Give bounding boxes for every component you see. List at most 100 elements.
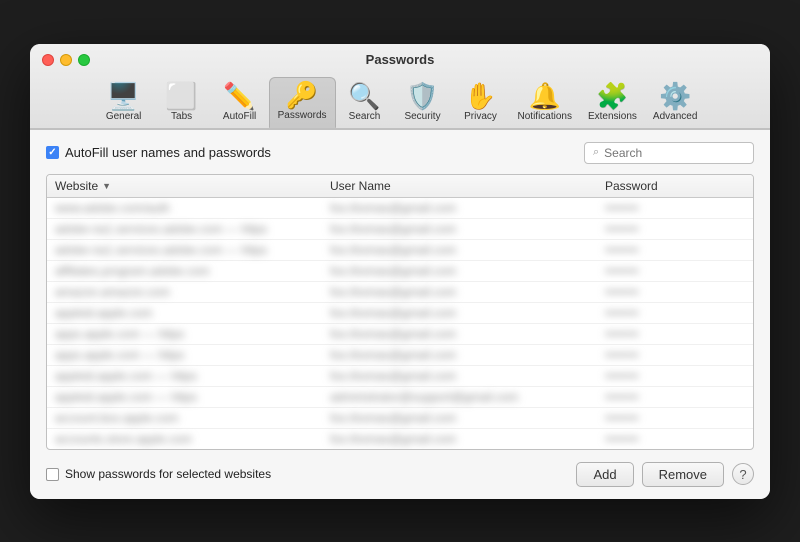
window-title: Passwords: [42, 52, 758, 67]
minimize-button[interactable]: [60, 54, 72, 66]
extensions-icon: 🧩: [596, 83, 628, 109]
cell-website: adobe-na1.services.adobe.com — https: [55, 222, 330, 236]
tabs-icon: ⬜: [165, 83, 197, 109]
toolbar-item-notifications[interactable]: 🔔 Notifications: [510, 79, 580, 128]
cell-username: foo.thomas@gmail.com: [330, 348, 605, 362]
cell-username: foo.thomas@gmail.com: [330, 306, 605, 320]
show-passwords-row[interactable]: Show passwords for selected websites: [46, 467, 271, 481]
cell-password: ••••••••: [605, 306, 745, 320]
tabs-label: Tabs: [171, 111, 192, 122]
bottom-bar: Show passwords for selected websites Add…: [46, 462, 754, 487]
cell-username: foo.thomas@gmail.com: [330, 264, 605, 278]
advanced-icon: ⚙️: [659, 83, 691, 109]
cell-website: amazon.amazon.com: [55, 285, 330, 299]
cell-password: ••••••••: [605, 222, 745, 236]
main-window: Passwords 🖥️General ⬜ Tabs ✏️AutoFill 🔑 Passw…: [30, 44, 770, 499]
cell-password: ••••••••: [605, 201, 745, 215]
table-row[interactable]: apps.apple.com — httpsfoo.thomas@gmail.c…: [47, 345, 753, 366]
cell-password: ••••••••: [605, 369, 745, 383]
checkmark-icon: ✓: [48, 147, 56, 158]
table-row[interactable]: adobe-na1.services.adobe.com — httpsfoo.…: [47, 240, 753, 261]
general-label: General: [106, 111, 142, 122]
maximize-button[interactable]: [78, 54, 90, 66]
col-username: User Name: [330, 179, 605, 193]
security-label: Security: [404, 111, 440, 122]
close-button[interactable]: [42, 54, 54, 66]
toolbar-item-general[interactable]: 🖥️General: [95, 79, 153, 128]
cell-password: ••••••••: [605, 327, 745, 341]
cell-username: foo.thomas@gmail.com: [330, 411, 605, 425]
notifications-icon: 🔔: [529, 83, 561, 109]
cell-website: appleid.apple.com — https: [55, 390, 330, 404]
cell-password: ••••••••: [605, 390, 745, 404]
top-bar: ✓ AutoFill user names and passwords ⌕: [46, 142, 754, 164]
toolbar: 🖥️General ⬜ Tabs ✏️AutoFill 🔑 Passwords 🔍 Searc…: [42, 73, 758, 128]
toolbar-item-extensions[interactable]: 🧩 Extensions: [580, 79, 645, 128]
toolbar-item-tabs[interactable]: ⬜ Tabs: [153, 79, 211, 128]
notifications-label: Notifications: [518, 111, 572, 122]
table-row[interactable]: account.box.apple.comfoo.thomas@gmail.co…: [47, 408, 753, 429]
table-row[interactable]: amazon.amazon.comfoo.thomas@gmail.com•••…: [47, 282, 753, 303]
show-passwords-label: Show passwords for selected websites: [65, 467, 271, 481]
extensions-label: Extensions: [588, 111, 637, 122]
table-row[interactable]: appleid.apple.com — httpsfoo.thomas@gmai…: [47, 366, 753, 387]
cell-username: foo.thomas@gmail.com: [330, 201, 605, 215]
table-row[interactable]: www.adobe.com/authfoo.thomas@gmail.com••…: [47, 198, 753, 219]
table-header: Website ▼ User Name Password: [47, 175, 753, 198]
table-row[interactable]: affiliates.program.adobe.comfoo.thomas@g…: [47, 261, 753, 282]
toolbar-item-advanced[interactable]: ⚙️ Advanced: [645, 79, 705, 128]
cell-website: apps.apple.com — https: [55, 327, 330, 341]
passwords-label: Passwords: [278, 110, 327, 121]
show-passwords-checkbox[interactable]: [46, 468, 59, 481]
cell-username: foo.thomas@gmail.com: [330, 369, 605, 383]
cell-username: administrator@support@gmail.com: [330, 390, 605, 404]
autofill-label: AutoFill user names and passwords: [65, 145, 271, 160]
cell-username: foo.thomas@gmail.com: [330, 222, 605, 236]
table-body: www.adobe.com/authfoo.thomas@gmail.com••…: [47, 198, 753, 449]
titlebar: Passwords 🖥️General ⬜ Tabs ✏️AutoFill 🔑 Passw…: [30, 44, 770, 129]
table-row[interactable]: accounts.store.apple.comfoo.thomas@gmail…: [47, 429, 753, 449]
col-password: Password: [605, 179, 745, 193]
table-row[interactable]: adobe-na1.services.adobe.com — httpsfoo.…: [47, 219, 753, 240]
cell-website: appleid.apple.com: [55, 306, 330, 320]
advanced-label: Advanced: [653, 111, 697, 122]
traffic-lights: [42, 54, 90, 66]
content-area: ✓ AutoFill user names and passwords ⌕ We…: [30, 129, 770, 499]
autofill-checkbox-row[interactable]: ✓ AutoFill user names and passwords: [46, 145, 271, 160]
search-label: Search: [349, 111, 381, 122]
table-row[interactable]: apps.apple.com — httpsfoo.thomas@gmail.c…: [47, 324, 753, 345]
cell-username: foo.thomas@gmail.com: [330, 243, 605, 257]
cell-password: ••••••••: [605, 264, 745, 278]
passwords-icon: 🔑: [286, 82, 318, 108]
cell-password: ••••••••: [605, 243, 745, 257]
remove-button[interactable]: Remove: [642, 462, 724, 487]
table-row[interactable]: appleid.apple.comfoo.thomas@gmail.com•••…: [47, 303, 753, 324]
cell-website: affiliates.program.adobe.com: [55, 264, 330, 278]
search-icon: 🔍: [348, 83, 380, 109]
table-row[interactable]: appleid.apple.com — httpsadministrator@s…: [47, 387, 753, 408]
toolbar-item-search[interactable]: 🔍 Search: [336, 79, 394, 128]
search-box[interactable]: ⌕: [584, 142, 754, 164]
toolbar-item-security[interactable]: 🛡️ Security: [394, 79, 452, 128]
cell-website: apps.apple.com — https: [55, 348, 330, 362]
cell-username: foo.thomas@gmail.com: [330, 327, 605, 341]
sort-arrow-icon: ▼: [102, 181, 111, 191]
autofill-checkbox[interactable]: ✓: [46, 146, 59, 159]
cell-website: www.adobe.com/auth: [55, 201, 330, 215]
bottom-buttons: Add Remove ?: [576, 462, 754, 487]
cell-website: appleid.apple.com — https: [55, 369, 330, 383]
cell-password: ••••••••: [605, 348, 745, 362]
toolbar-item-privacy[interactable]: ✋Privacy: [452, 79, 510, 128]
privacy-icon: ✋: [464, 83, 496, 109]
cell-website: adobe-na1.services.adobe.com — https: [55, 243, 330, 257]
cell-website: account.box.apple.com: [55, 411, 330, 425]
security-icon: 🛡️: [406, 83, 438, 109]
cell-password: ••••••••: [605, 432, 745, 446]
toolbar-item-autofill[interactable]: ✏️AutoFill: [211, 79, 269, 128]
search-icon: ⌕: [593, 146, 599, 159]
search-input[interactable]: [604, 146, 745, 160]
help-button[interactable]: ?: [732, 463, 754, 485]
cell-username: foo.thomas@gmail.com: [330, 432, 605, 446]
add-button[interactable]: Add: [576, 462, 633, 487]
toolbar-item-passwords[interactable]: 🔑 Passwords: [269, 77, 336, 128]
